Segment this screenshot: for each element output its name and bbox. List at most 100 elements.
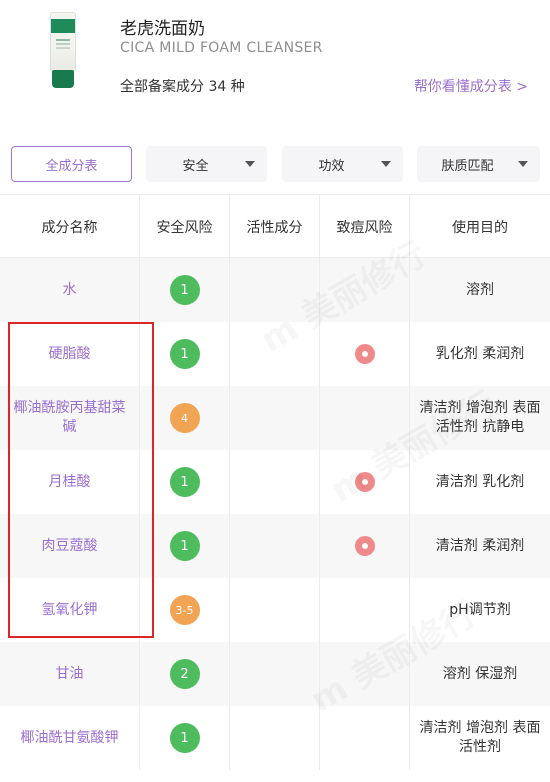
ingredient-name[interactable]: 氢氧化钾 <box>34 601 106 620</box>
purpose-cell: 乳化剂 柔润剂 <box>410 322 550 386</box>
safety-cell: 2 <box>140 642 230 706</box>
ingredient-count: 全部备案成分 34 种 <box>120 79 245 95</box>
ingredient-name[interactable]: 甘油 <box>48 665 92 684</box>
active-ingredient-cell <box>230 578 320 642</box>
ingredient-name-cell: 水 <box>0 258 140 322</box>
filter-label: 功效 <box>318 158 345 174</box>
safety-cell: 1 <box>140 322 230 386</box>
acne-risk-cell <box>320 642 410 706</box>
table-row[interactable]: 椰油酰胺丙基甜菜碱 4 清洁剂 增泡剂 表面活性剂 抗静电 <box>0 386 550 450</box>
ingredient-name[interactable]: 月桂酸 <box>41 473 99 492</box>
acne-risk-cell <box>320 322 410 386</box>
safety-badge: 4 <box>169 403 200 433</box>
table-row[interactable]: 氢氧化钾 3-5 pH调节剂 <box>0 578 550 642</box>
safety-badge: 1 <box>169 467 200 497</box>
active-ingredient-cell <box>230 642 320 706</box>
column-header-active: 活性成分 <box>230 195 320 258</box>
purpose-cell: 清洁剂 柔润剂 <box>410 514 550 578</box>
active-ingredient-cell <box>230 258 320 322</box>
acne-risk-icon <box>354 344 375 364</box>
table-row[interactable]: 月桂酸 1 清洁剂 乳化剂 <box>0 450 550 514</box>
table-row[interactable]: 肉豆蔻酸 1 清洁剂 柔润剂 <box>0 514 550 578</box>
filter-skin-type[interactable]: 肤质匹配 <box>417 146 540 182</box>
ingredient-table: 成分名称 安全风险 活性成分 致痘风险 使用目的 水 1 溶剂硬脂酸 1 乳化剂 柔润剂… <box>0 194 550 770</box>
purpose-text: 溶剂 <box>466 281 494 298</box>
purpose-text: 清洁剂 柔润剂 <box>435 537 525 554</box>
product-header: 老虎洗面奶 CICA MILD FOAM CLEANSER 全部备案成分 34 … <box>0 0 550 128</box>
safety-cell: 3-5 <box>140 578 230 642</box>
ingredient-name[interactable]: 肉豆蔻酸 <box>34 537 106 556</box>
safety-cell: 1 <box>140 450 230 514</box>
safety-badge: 1 <box>169 339 200 369</box>
safety-cell: 1 <box>140 706 230 770</box>
ingredient-name-cell: 硬脂酸 <box>0 322 140 386</box>
filter-label: 安全 <box>182 158 209 174</box>
ingredient-name[interactable]: 硬脂酸 <box>41 345 99 364</box>
purpose-cell: 溶剂 保湿剂 <box>410 642 550 706</box>
acne-risk-cell <box>320 578 410 642</box>
table-row[interactable]: 水 1 溶剂 <box>0 258 550 322</box>
ingredient-name-cell: 椰油酰甘氨酸钾 <box>0 706 140 770</box>
product-title: 老虎洗面奶 <box>120 19 205 39</box>
ingredient-name-cell: 月桂酸 <box>0 450 140 514</box>
purpose-text: pH调节剂 <box>449 601 511 618</box>
filter-safety[interactable]: 安全 <box>146 146 267 182</box>
column-header-purpose: 使用目的 <box>452 219 508 236</box>
table-header: 成分名称 安全风险 活性成分 致痘风险 使用目的 <box>0 194 550 258</box>
acne-risk-cell <box>320 450 410 514</box>
active-ingredient-cell <box>230 706 320 770</box>
purpose-text: 清洁剂 乳化剂 <box>435 473 525 490</box>
filter-label: 肤质匹配 <box>441 158 494 174</box>
table-row[interactable]: 硬脂酸 1 乳化剂 柔润剂 <box>0 322 550 386</box>
filter-efficacy[interactable]: 功效 <box>282 146 403 182</box>
ingredient-name-cell: 椰油酰胺丙基甜菜碱 <box>0 386 140 450</box>
filter-label: 全成分表 <box>45 158 98 174</box>
ingredient-name[interactable]: 椰油酰甘氨酸钾 <box>13 729 127 748</box>
purpose-text: 清洁剂 增泡剂 表面活性剂 <box>419 720 541 755</box>
active-ingredient-cell <box>230 322 320 386</box>
active-ingredient-cell <box>230 386 320 450</box>
safety-badge: 2 <box>169 659 200 689</box>
product-subtitle: CICA MILD FOAM CLEANSER <box>120 40 323 56</box>
safety-badge: 1 <box>169 723 200 753</box>
safety-badge: 1 <box>169 531 200 561</box>
safety-badge: 1 <box>169 275 200 305</box>
filter-bar: 全成分表 安全 功效 肤质匹配 <box>0 146 550 184</box>
acne-risk-cell <box>320 258 410 322</box>
purpose-text: 溶剂 保湿剂 <box>442 665 518 682</box>
chevron-down-icon <box>518 161 528 167</box>
product-image <box>40 12 86 90</box>
ingredient-name-cell: 肉豆蔻酸 <box>0 514 140 578</box>
ingredient-name-cell: 甘油 <box>0 642 140 706</box>
acne-risk-icon <box>354 472 375 492</box>
purpose-cell: 清洁剂 乳化剂 <box>410 450 550 514</box>
table-body: 水 1 溶剂硬脂酸 1 乳化剂 柔润剂椰油酰胺丙基甜菜碱 4 清洁剂 增泡剂 表面活性剂 抗… <box>0 258 550 770</box>
purpose-cell: 清洁剂 增泡剂 表面活性剂 <box>410 706 550 770</box>
chevron-down-icon <box>381 161 391 167</box>
filter-all-ingredients[interactable]: 全成分表 <box>11 146 132 182</box>
safety-cell: 1 <box>140 258 230 322</box>
column-header-safety: 安全风险 <box>140 195 230 258</box>
column-header-name: 成分名称 <box>0 195 140 258</box>
active-ingredient-cell <box>230 514 320 578</box>
table-row[interactable]: 椰油酰甘氨酸钾 1 清洁剂 增泡剂 表面活性剂 <box>0 706 550 770</box>
purpose-text: 乳化剂 柔润剂 <box>435 345 525 362</box>
ingredient-name[interactable]: 椰油酰胺丙基甜菜碱 <box>0 399 139 437</box>
table-row[interactable]: 甘油 2 溶剂 保湿剂 <box>0 642 550 706</box>
ingredient-name-cell: 氢氧化钾 <box>0 578 140 642</box>
purpose-cell: pH调节剂 <box>410 578 550 642</box>
active-ingredient-cell <box>230 450 320 514</box>
safety-cell: 4 <box>140 386 230 450</box>
acne-risk-cell <box>320 386 410 450</box>
purpose-cell: 清洁剂 增泡剂 表面活性剂 抗静电 <box>410 386 550 450</box>
acne-risk-cell <box>320 706 410 770</box>
safety-badge: 3-5 <box>169 595 200 625</box>
acne-risk-icon <box>354 536 375 556</box>
help-read-ingredients-link[interactable]: 帮你看懂成分表 > <box>414 76 528 96</box>
ingredient-name[interactable]: 水 <box>55 281 85 300</box>
chevron-down-icon <box>245 161 255 167</box>
purpose-cell: 溶剂 <box>410 258 550 322</box>
safety-cell: 1 <box>140 514 230 578</box>
purpose-text: 清洁剂 增泡剂 表面活性剂 抗静电 <box>419 400 541 435</box>
column-header-acne: 致痘风险 <box>320 195 410 258</box>
